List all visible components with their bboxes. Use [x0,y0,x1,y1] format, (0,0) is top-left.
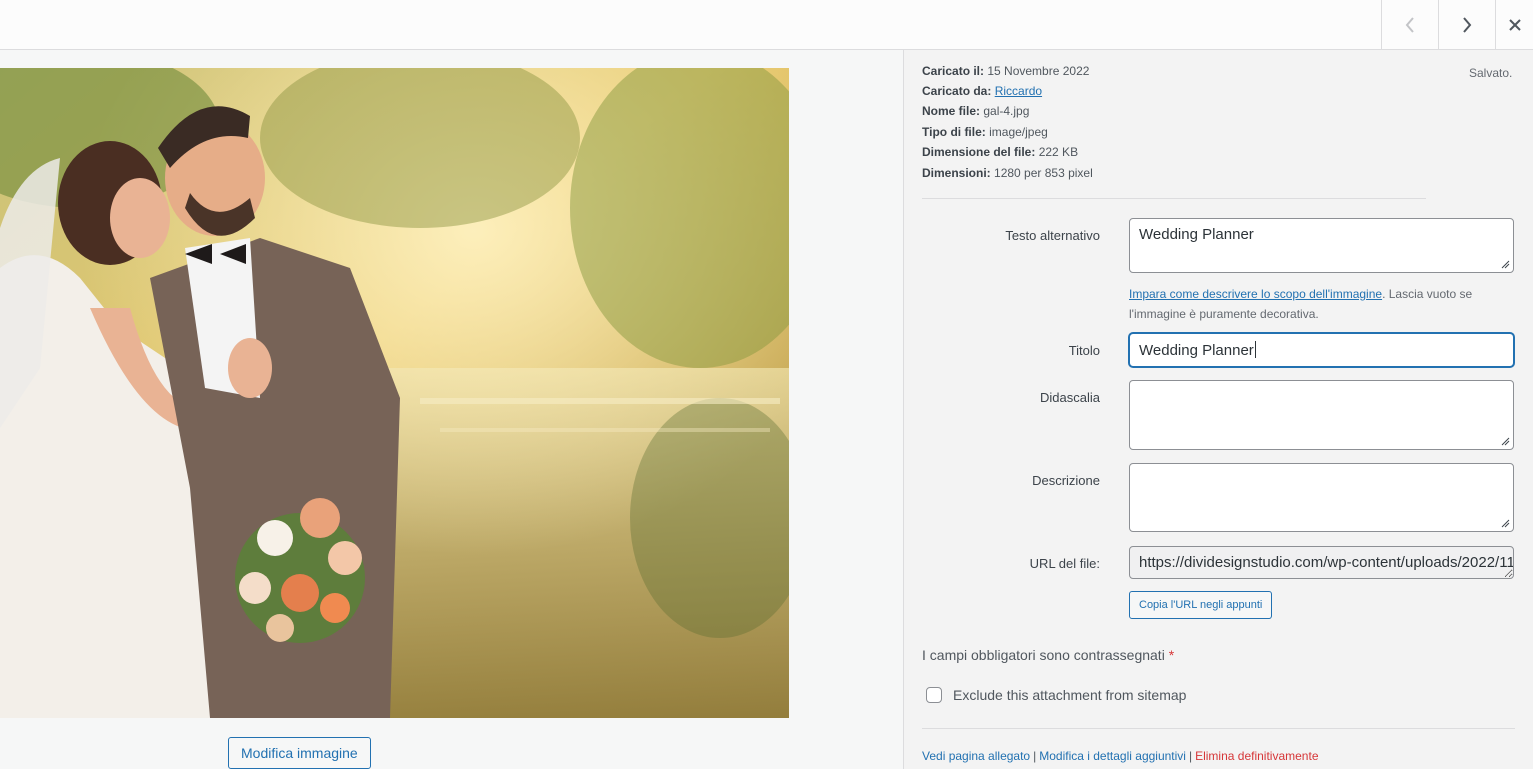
close-modal-button[interactable] [1495,0,1533,49]
description-label: Descrizione [1032,473,1100,488]
actions-divider [922,728,1515,729]
next-attachment-button[interactable] [1438,0,1495,49]
uploaded-by-row: Caricato da: Riccardo [922,84,1043,98]
alt-text-field[interactable]: Wedding Planner [1129,218,1514,273]
title-label: Titolo [1068,343,1100,358]
attachment-preview: Modifica immagine [0,50,903,769]
filetype-row: Tipo di file: image/jpeg [922,125,1048,139]
alt-text-label: Testo alternativo [1005,228,1100,243]
text-caret [1254,341,1256,358]
edit-image-button[interactable]: Modifica immagine [228,737,371,769]
exclude-sitemap-checkbox[interactable] [926,687,942,703]
resize-handle-icon [1501,519,1510,528]
close-icon [1509,18,1521,31]
attachment-actions: Vedi pagina allegato | Modifica i dettagli… [922,749,1319,763]
delete-permanently-link[interactable]: Elimina definitivamente [1195,749,1318,763]
chevron-left-icon [1405,16,1414,33]
dimensions-row: Dimensioni: 1280 per 853 pixel [922,166,1093,180]
required-fields-note: I campi obbligatori sono contrassegnati … [922,647,1175,663]
previous-attachment-button[interactable] [1381,0,1438,49]
exclude-sitemap-row[interactable]: Exclude this attachment from sitemap [926,687,1186,703]
modal-header [0,0,1533,50]
file-url-field[interactable]: https://dividesignstudio.com/wp-content/… [1129,546,1514,579]
filename-row: Nome file: gal-4.jpg [922,104,1030,118]
alt-text-help: Impara come descrivere lo scopo dell'imm… [1129,287,1473,321]
uploaded-on-row: Caricato il: 15 Novembre 2022 [922,64,1090,78]
exclude-sitemap-label[interactable]: Exclude this attachment from sitemap [953,687,1186,703]
saved-status: Salvato. [1469,66,1513,80]
description-field[interactable] [1129,463,1514,532]
view-attachment-page-link[interactable]: Vedi pagina allegato [922,749,1030,763]
resize-handle-icon [1501,260,1510,269]
file-url-label: URL del file: [1029,556,1100,571]
filesize-row: Dimensione del file: 222 KB [922,145,1079,159]
copy-url-button[interactable]: Copia l'URL negli appunti [1129,591,1273,619]
details-divider [922,198,1426,199]
chevron-right-icon [1463,16,1472,33]
alt-text-help-link[interactable]: Impara come descrivere lo scopo dell'imm… [1129,287,1382,301]
edit-more-details-link[interactable]: Modifica i dettagli aggiuntivi [1039,749,1186,763]
caption-label: Didascalia [1040,390,1100,405]
required-star: * [1168,647,1175,663]
caption-field[interactable] [1129,380,1514,450]
resize-handle-icon [1501,437,1510,446]
attachment-image [0,68,789,718]
title-field[interactable]: Wedding Planner [1129,333,1514,367]
uploader-link[interactable]: Riccardo [995,84,1042,98]
